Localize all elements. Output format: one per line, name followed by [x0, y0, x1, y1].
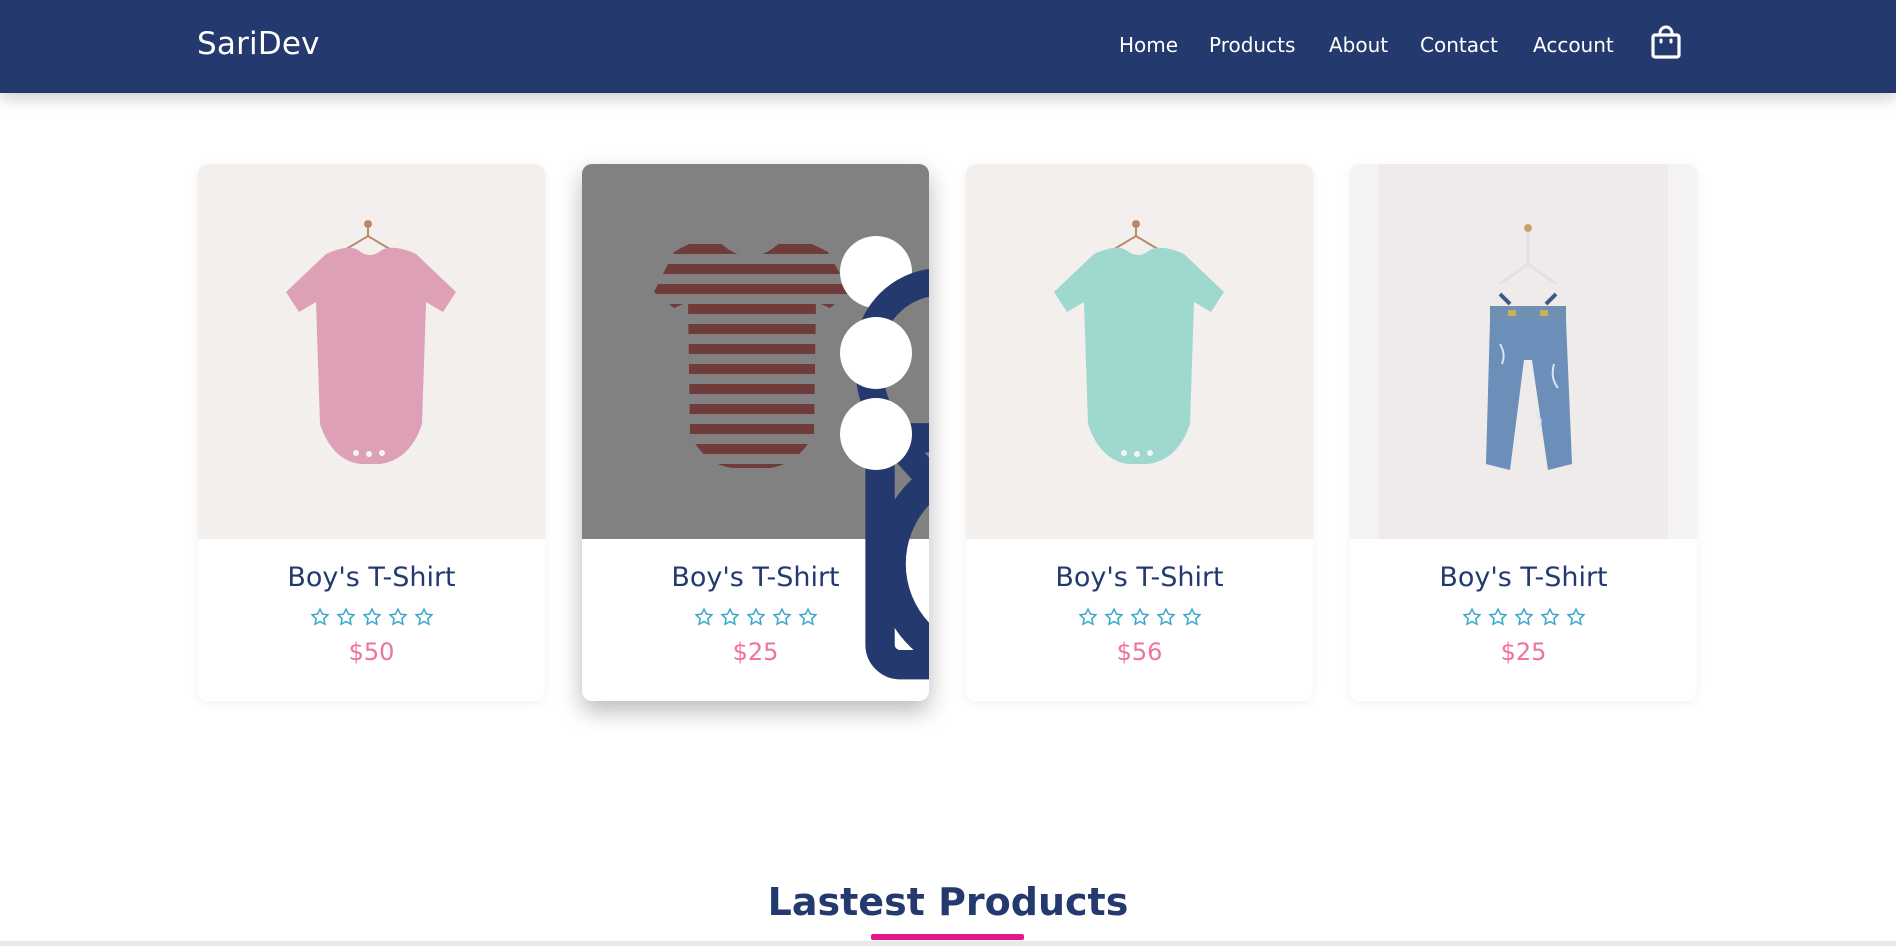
product-title[interactable]: Boy's T-Shirt — [966, 562, 1313, 593]
star-icon — [1155, 607, 1176, 626]
rating-stars — [582, 607, 929, 627]
rating-stars — [198, 607, 545, 627]
page-bottom-divider — [0, 941, 1896, 946]
product-title[interactable]: Boy's T-Shirt — [1350, 562, 1697, 593]
wishlist-button[interactable] — [840, 236, 929, 497]
product-image-denim-overalls[interactable] — [1350, 164, 1697, 539]
star-icon — [1565, 607, 1586, 626]
star-icon — [745, 607, 766, 626]
product-title[interactable]: Boy's T-Shirt — [582, 562, 929, 593]
star-icon — [1077, 607, 1098, 626]
product-price: $56 — [1116, 638, 1163, 666]
star-icon — [1181, 607, 1202, 626]
star-icon — [1487, 607, 1508, 626]
product-image-mint-onesie[interactable] — [966, 164, 1313, 539]
product-price: $50 — [348, 638, 395, 666]
section-title-underline — [871, 934, 1024, 940]
star-icon — [1539, 607, 1560, 626]
product-card[interactable]: Boy's T-Shirt $50 — [198, 164, 545, 701]
quick-view-button[interactable] — [840, 398, 929, 662]
nav-products[interactable]: Products — [1209, 32, 1295, 58]
star-icon — [309, 607, 330, 626]
star-icon — [797, 607, 818, 626]
product-title[interactable]: Boy's T-Shirt — [198, 562, 545, 593]
rating-stars — [1350, 607, 1697, 627]
star-icon — [771, 607, 792, 626]
rating-stars — [966, 607, 1313, 627]
star-icon — [693, 607, 714, 626]
star-icon — [335, 607, 356, 626]
nav-home[interactable]: Home — [1119, 32, 1178, 58]
product-image-pink-onesie[interactable] — [198, 164, 545, 539]
star-icon — [1461, 607, 1482, 626]
product-card[interactable]: Boy's T-Shirt $56 — [966, 164, 1313, 701]
product-price: $25 — [732, 638, 779, 666]
shopping-bag-icon[interactable] — [1650, 25, 1682, 59]
brand-logo[interactable]: SariDev — [197, 26, 320, 62]
product-card[interactable]: Boy's T-Shirt $25 — [582, 164, 929, 701]
add-to-cart-button[interactable] — [840, 317, 929, 680]
site-header: SariDev Home Products About Contact Acco… — [0, 0, 1896, 93]
product-card[interactable]: Boy's T-Shirt $25 — [1350, 164, 1697, 701]
star-icon — [413, 607, 434, 626]
star-icon — [387, 607, 408, 626]
nav-about[interactable]: About — [1329, 32, 1388, 58]
star-icon — [1103, 607, 1124, 626]
star-icon — [1513, 607, 1534, 626]
star-icon — [361, 607, 382, 626]
star-icon — [719, 607, 740, 626]
section-title: Lastest Products — [767, 880, 1129, 924]
product-price: $25 — [1500, 638, 1547, 666]
nav-account[interactable]: Account — [1533, 32, 1614, 58]
nav-contact[interactable]: Contact — [1420, 32, 1498, 58]
star-icon — [1129, 607, 1150, 626]
product-image-striped-onesie[interactable] — [582, 164, 929, 680]
